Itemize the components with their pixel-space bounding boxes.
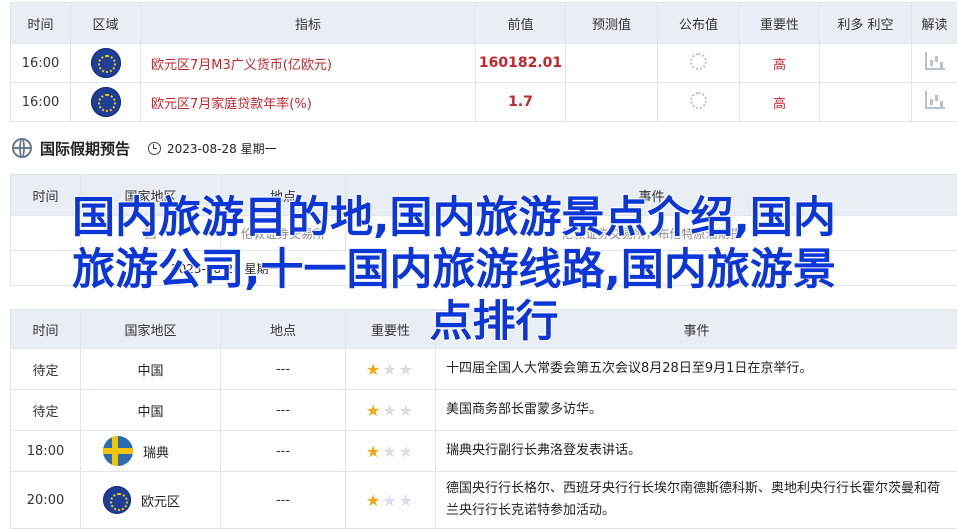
forecast-value [566,44,658,83]
holiday-title: 国际假期预告 [40,138,130,159]
chart-icon[interactable] [925,52,945,70]
event-country: 中国 [81,349,221,390]
star-icon: ★ [399,360,415,379]
header-region: 区域 [71,3,141,44]
loading-icon [690,53,707,70]
event-time: 待定 [11,349,81,390]
holiday-date: 2023-08-28 星期一 [167,140,277,157]
event-text: 十四届全国人大常委会第五次会议8月28日至9月1日在京举行。 [436,349,957,390]
row-time: 16:00 [11,83,71,122]
table-row[interactable]: 20:00 欧元区 --- ★★★ 德国央行行长格尔、西班牙央行行长埃尔南德斯德… [11,472,957,529]
star-icon: ★ [382,491,398,510]
eu-flag-icon [103,486,131,514]
overlay-title: 国内旅游目的地,国内旅游景点介绍,国内 旅游公司,十一国内旅游线路,国内旅游景 … [14,192,894,348]
event-text: 德国央行行长格尔、西班牙央行行长埃尔南德斯德科斯、奥地利央行行长霍尔茨曼和荷兰央… [436,472,957,529]
overlay-line: 点排行 [14,296,894,348]
star-icon: ★ [399,401,415,420]
globe-icon [12,138,32,158]
table-row[interactable]: 待定 中国 --- ★★★ 十四届全国人大常委会第五次会议8月28日至9月1日在… [11,349,957,390]
clock-icon [148,142,161,155]
event-location: --- [221,431,346,472]
header-interpret: 解读 [912,3,957,44]
header-importance: 重要性 [740,3,820,44]
event-country: 瑞典 [143,446,169,461]
header-previous: 前值 [476,3,566,44]
star-icon: ★ [382,360,398,379]
event-time: 20:00 [11,472,81,529]
importance-stars: ★★★ [346,349,436,390]
table-row[interactable]: 16:00 欧元区7月M3广义货币(亿欧元) 160182.01 高 [11,44,957,83]
sweden-flag-icon [103,436,133,466]
previous-value: 160182.01 [476,44,566,83]
importance-stars: ★★★ [346,431,436,472]
event-time: 待定 [11,390,81,431]
star-icon: ★ [399,442,415,461]
indicator-link[interactable]: 欧元区7月M3广义货币(亿欧元) [141,44,476,83]
importance-stars: ★★★ [346,472,436,529]
star-icon: ★ [366,491,382,510]
star-icon: ★ [399,491,415,510]
chart-icon[interactable] [925,91,945,109]
economic-calendar-table: 时间 区域 指标 前值 预测值 公布值 重要性 利多 利空 解读 16:00 欧… [10,2,957,122]
event-location: --- [221,472,346,529]
event-country: 欧元区 [141,495,180,510]
header-impact: 利多 利空 [820,3,912,44]
table-row[interactable]: 18:00 瑞典 --- ★★★ 瑞典央行副行长弗洛登发表讲话。 [11,431,957,472]
overlay-line: 旅游公司,十一国内旅游线路,国内旅游景 [14,244,894,296]
header-indicator: 指标 [141,3,476,44]
importance-stars: ★★★ [346,390,436,431]
header-forecast: 预测值 [566,3,658,44]
event-text: 瑞典央行副行长弗洛登发表讲话。 [436,431,957,472]
event-location: --- [221,349,346,390]
impact-value [820,44,912,83]
star-icon: ★ [382,442,398,461]
importance-value: 高 [740,83,820,122]
star-icon: ★ [366,360,382,379]
header-time: 时间 [11,3,71,44]
star-icon: ★ [366,401,382,420]
star-icon: ★ [366,442,382,461]
event-text: 美国商务部长雷蒙多访华。 [436,390,957,431]
eu-flag-icon [91,87,121,117]
table-row[interactable]: 16:00 欧元区7月家庭贷款年率(%) 1.7 高 [11,83,957,122]
event-country: 中国 [81,390,221,431]
overlay-line: 国内旅游目的地,国内旅游景点介绍,国内 [14,192,894,244]
calendar-header-row: 时间 区域 指标 前值 预测值 公布值 重要性 利多 利空 解读 [11,3,957,44]
event-time: 18:00 [11,431,81,472]
previous-value: 1.7 [476,83,566,122]
importance-value: 高 [740,44,820,83]
table-row[interactable]: 待定 中国 --- ★★★ 美国商务部长雷蒙多访华。 [11,390,957,431]
forecast-value [566,83,658,122]
eu-flag-icon [91,48,121,78]
event-location: --- [221,390,346,431]
loading-icon [690,92,707,109]
indicator-link[interactable]: 欧元区7月家庭贷款年率(%) [141,83,476,122]
star-icon: ★ [382,401,398,420]
row-time: 16:00 [11,44,71,83]
holiday-section-header: 国际假期预告 2023-08-28 星期一 [12,135,277,161]
impact-value [820,83,912,122]
header-actual: 公布值 [658,3,740,44]
